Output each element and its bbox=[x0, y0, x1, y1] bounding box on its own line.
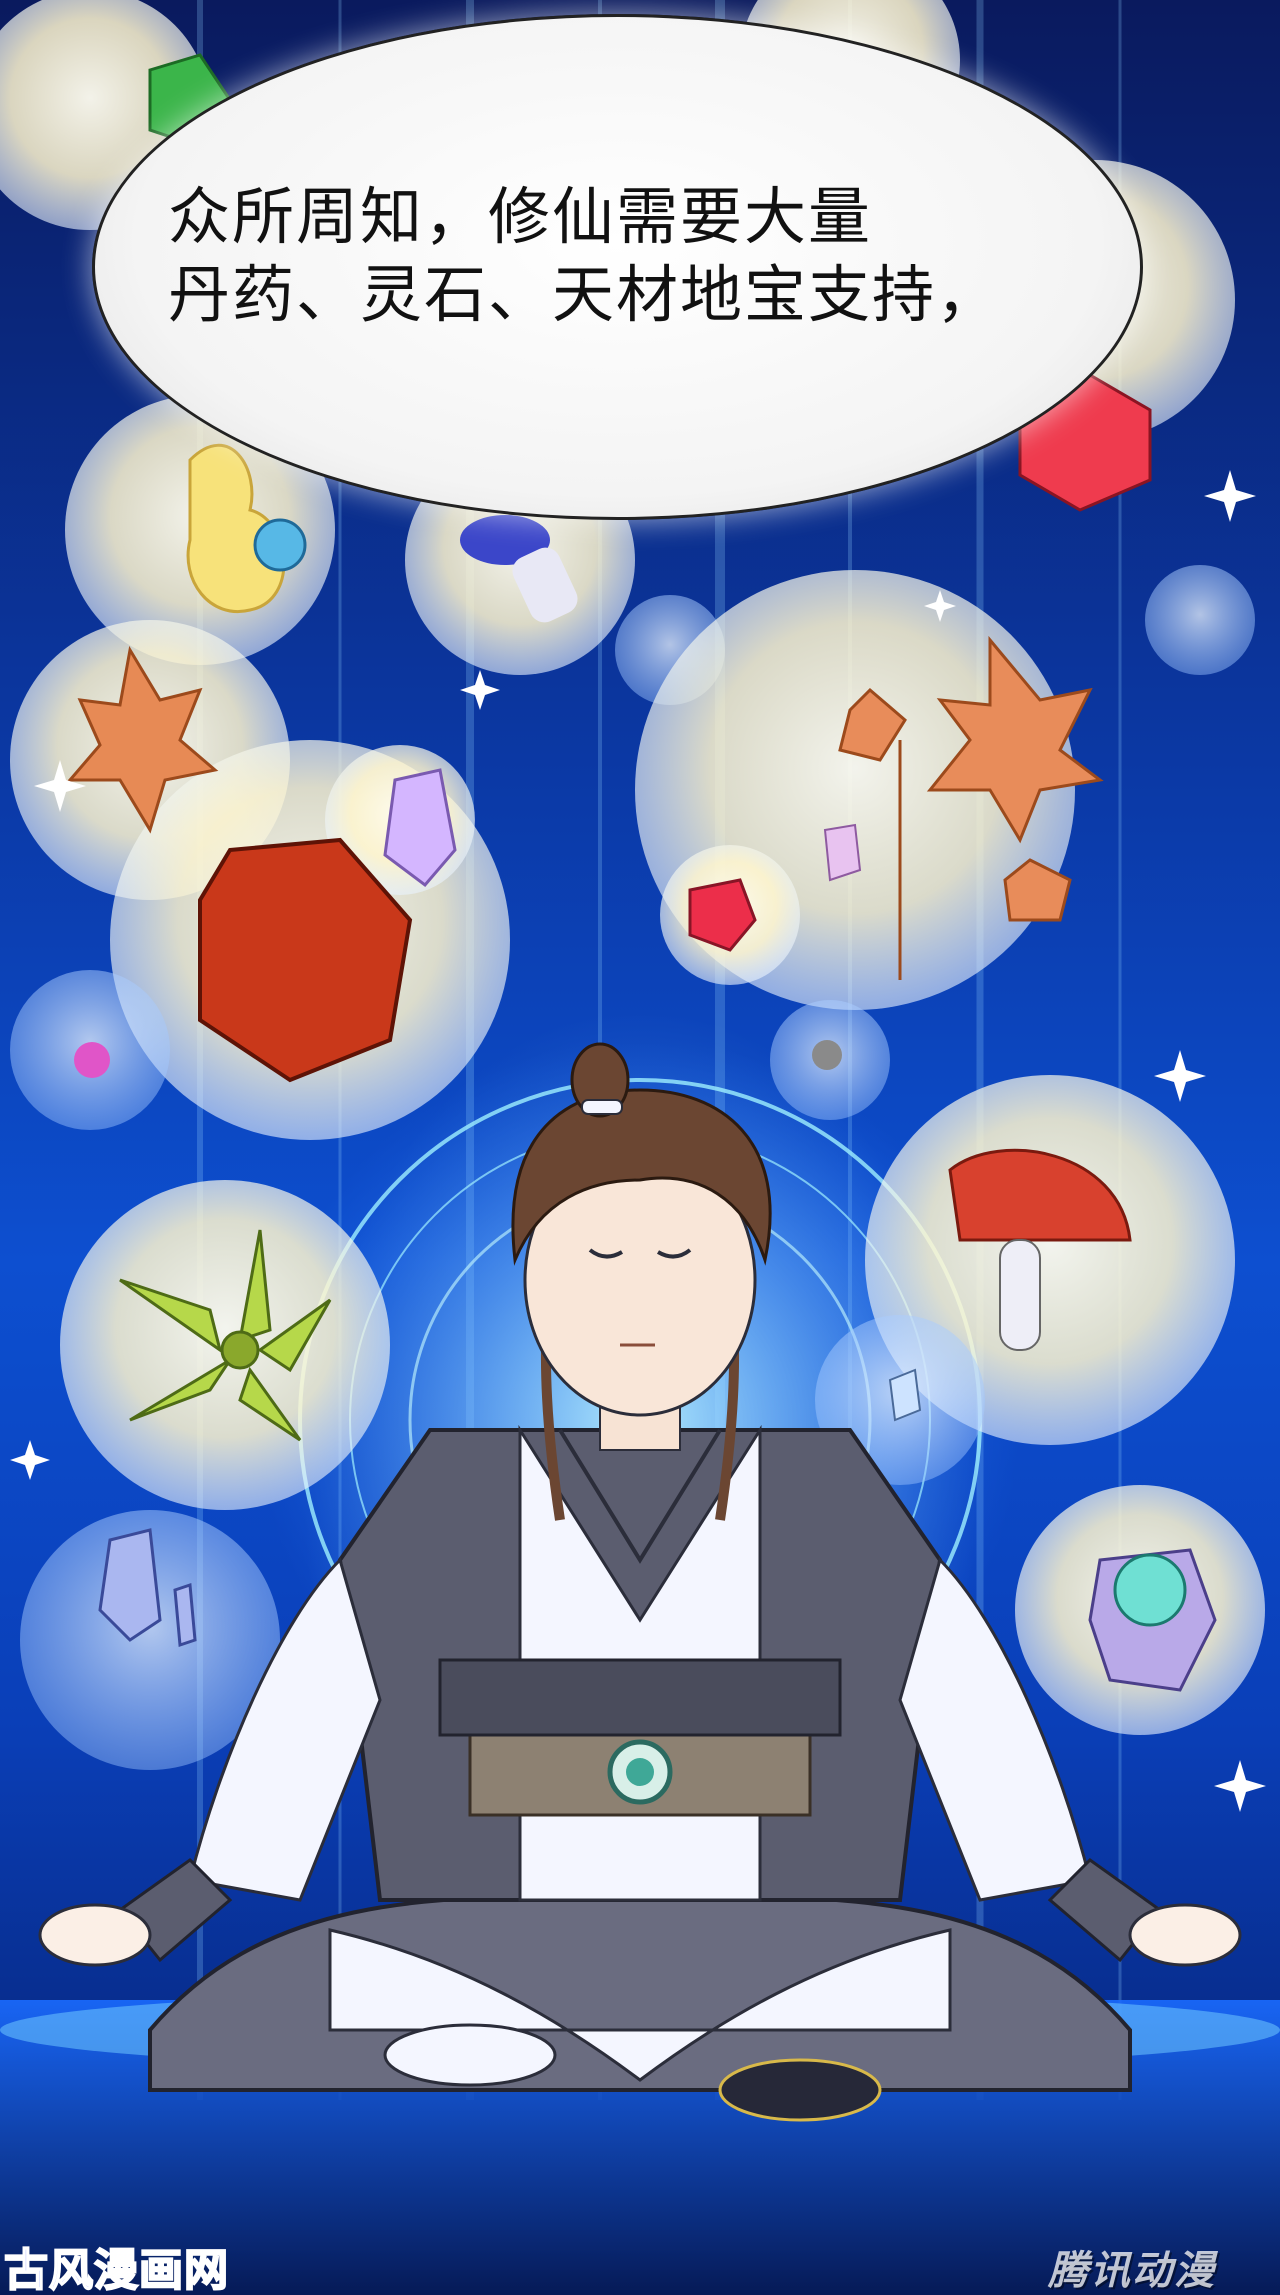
speech-line-1: 众所周知，修仙需要大量 bbox=[168, 180, 873, 253]
watermark-right: 腾讯动漫 bbox=[1048, 2248, 1216, 2294]
comic-panel: 众所周知，修仙需要大量 丹药、灵石、天材地宝支持， 古风漫画网 腾讯动漫 bbox=[0, 0, 1280, 2295]
speech-text: 众所周知，修仙需要大量 丹药、灵石、天材地宝支持， bbox=[168, 178, 1118, 334]
speech-line-2: 丹药、灵石、天材地宝支持， bbox=[168, 258, 1001, 331]
watermark-left: 古风漫画网 bbox=[3, 2244, 229, 2295]
